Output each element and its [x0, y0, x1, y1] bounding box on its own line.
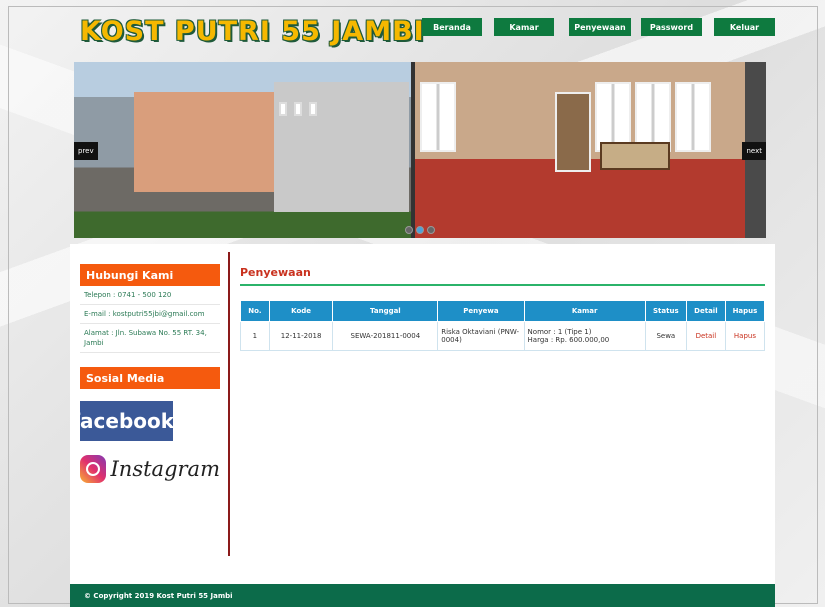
delete-link[interactable]: Hapus	[734, 332, 756, 340]
cell-detail: Detail	[685, 321, 726, 351]
detail-link[interactable]: Detail	[696, 332, 717, 340]
nav-beranda[interactable]: Beranda	[422, 18, 482, 36]
sidebar-divider	[228, 252, 230, 556]
cell-penyewa: Riska Oktaviani (PNW-0004)	[437, 321, 525, 351]
cell-kamar: Nomor : 1 (Tipe 1) Harga : Rp. 600.000,0…	[523, 321, 646, 351]
table-header-row: No. Kode Tanggal Penyewa Kamar Status De…	[240, 300, 766, 322]
cell-status: Sewa	[644, 321, 687, 351]
col-hapus: Hapus	[724, 300, 766, 322]
facebook-link[interactable]: facebook.	[71, 401, 182, 441]
contact-heading: Hubungi Kami	[80, 264, 220, 286]
nav-kamar[interactable]: Kamar	[494, 18, 554, 36]
contact-address: Alamat : Jln. Subawa No. 55 RT. 34, Jamb…	[80, 324, 220, 353]
main-panel: Penyewaan No. Kode Tanggal Penyewa Kamar…	[240, 266, 766, 351]
bench	[600, 142, 670, 170]
window	[309, 102, 317, 116]
window	[675, 82, 711, 152]
col-kamar: Kamar	[523, 300, 646, 322]
slide-photo-house-porch	[415, 62, 745, 238]
contact-email: E-mail : kostputri55jbi@gmail.com	[80, 305, 220, 324]
window	[420, 82, 456, 152]
slider-dot-active[interactable]	[416, 226, 424, 234]
cell-kamar-nomor: Nomor : 1 (Tipe 1)	[527, 328, 592, 336]
nav-penyewaan[interactable]: Penyewaan	[569, 18, 631, 36]
col-kode: Kode	[268, 300, 334, 322]
door	[555, 92, 591, 172]
social-heading: Sosial Media	[80, 367, 220, 389]
rental-table: No. Kode Tanggal Penyewa Kamar Status De…	[240, 300, 766, 351]
sidebar: Hubungi Kami Telepon : 0741 - 500 120 E-…	[71, 264, 220, 483]
window	[279, 102, 287, 116]
col-tanggal: Tanggal	[332, 300, 439, 322]
instagram-label: Instagram	[110, 457, 220, 481]
col-status: Status	[644, 300, 687, 322]
site-logo[interactable]: KOST PUTRI 55 JAMBI	[80, 16, 425, 47]
table-row: 1 12-11-2018 SEWA-201811-0004 Riska Okta…	[240, 321, 766, 351]
slide-photo-house-front	[74, 62, 411, 238]
content-area: Hubungi Kami Telepon : 0741 - 500 120 E-…	[70, 244, 775, 584]
col-detail: Detail	[685, 300, 726, 322]
col-penyewa: Penyewa	[437, 300, 525, 322]
slider-dots	[405, 226, 435, 234]
instagram-link[interactable]: Instagram	[80, 455, 220, 483]
window	[294, 102, 302, 116]
slider-prev-button[interactable]: prev	[74, 142, 98, 160]
image-slider: prev next	[74, 62, 766, 238]
header: KOST PUTRI 55 JAMBI Beranda Kamar Penyew…	[70, 8, 775, 58]
nav-password[interactable]: Password	[641, 18, 702, 36]
slider-dot[interactable]	[427, 226, 435, 234]
site-container: KOST PUTRI 55 JAMBI Beranda Kamar Penyew…	[70, 8, 775, 607]
cell-tanggal: SEWA-201811-0004	[332, 321, 439, 351]
cell-kode: 12-11-2018	[268, 321, 334, 351]
nav-keluar[interactable]: Keluar	[714, 18, 775, 36]
cell-hapus: Hapus	[724, 321, 766, 351]
col-no: No.	[240, 300, 270, 322]
page-title: Penyewaan	[240, 266, 765, 286]
contact-phone: Telepon : 0741 - 500 120	[80, 286, 220, 305]
slider-dot[interactable]	[405, 226, 413, 234]
slider-next-button[interactable]: next	[742, 142, 766, 160]
footer: © Copyright 2019 Kost Putri 55 Jambi	[70, 584, 775, 607]
cell-no: 1	[240, 321, 270, 351]
instagram-icon	[80, 455, 106, 483]
cell-kamar-harga: Harga : Rp. 600.000,00	[527, 336, 610, 344]
